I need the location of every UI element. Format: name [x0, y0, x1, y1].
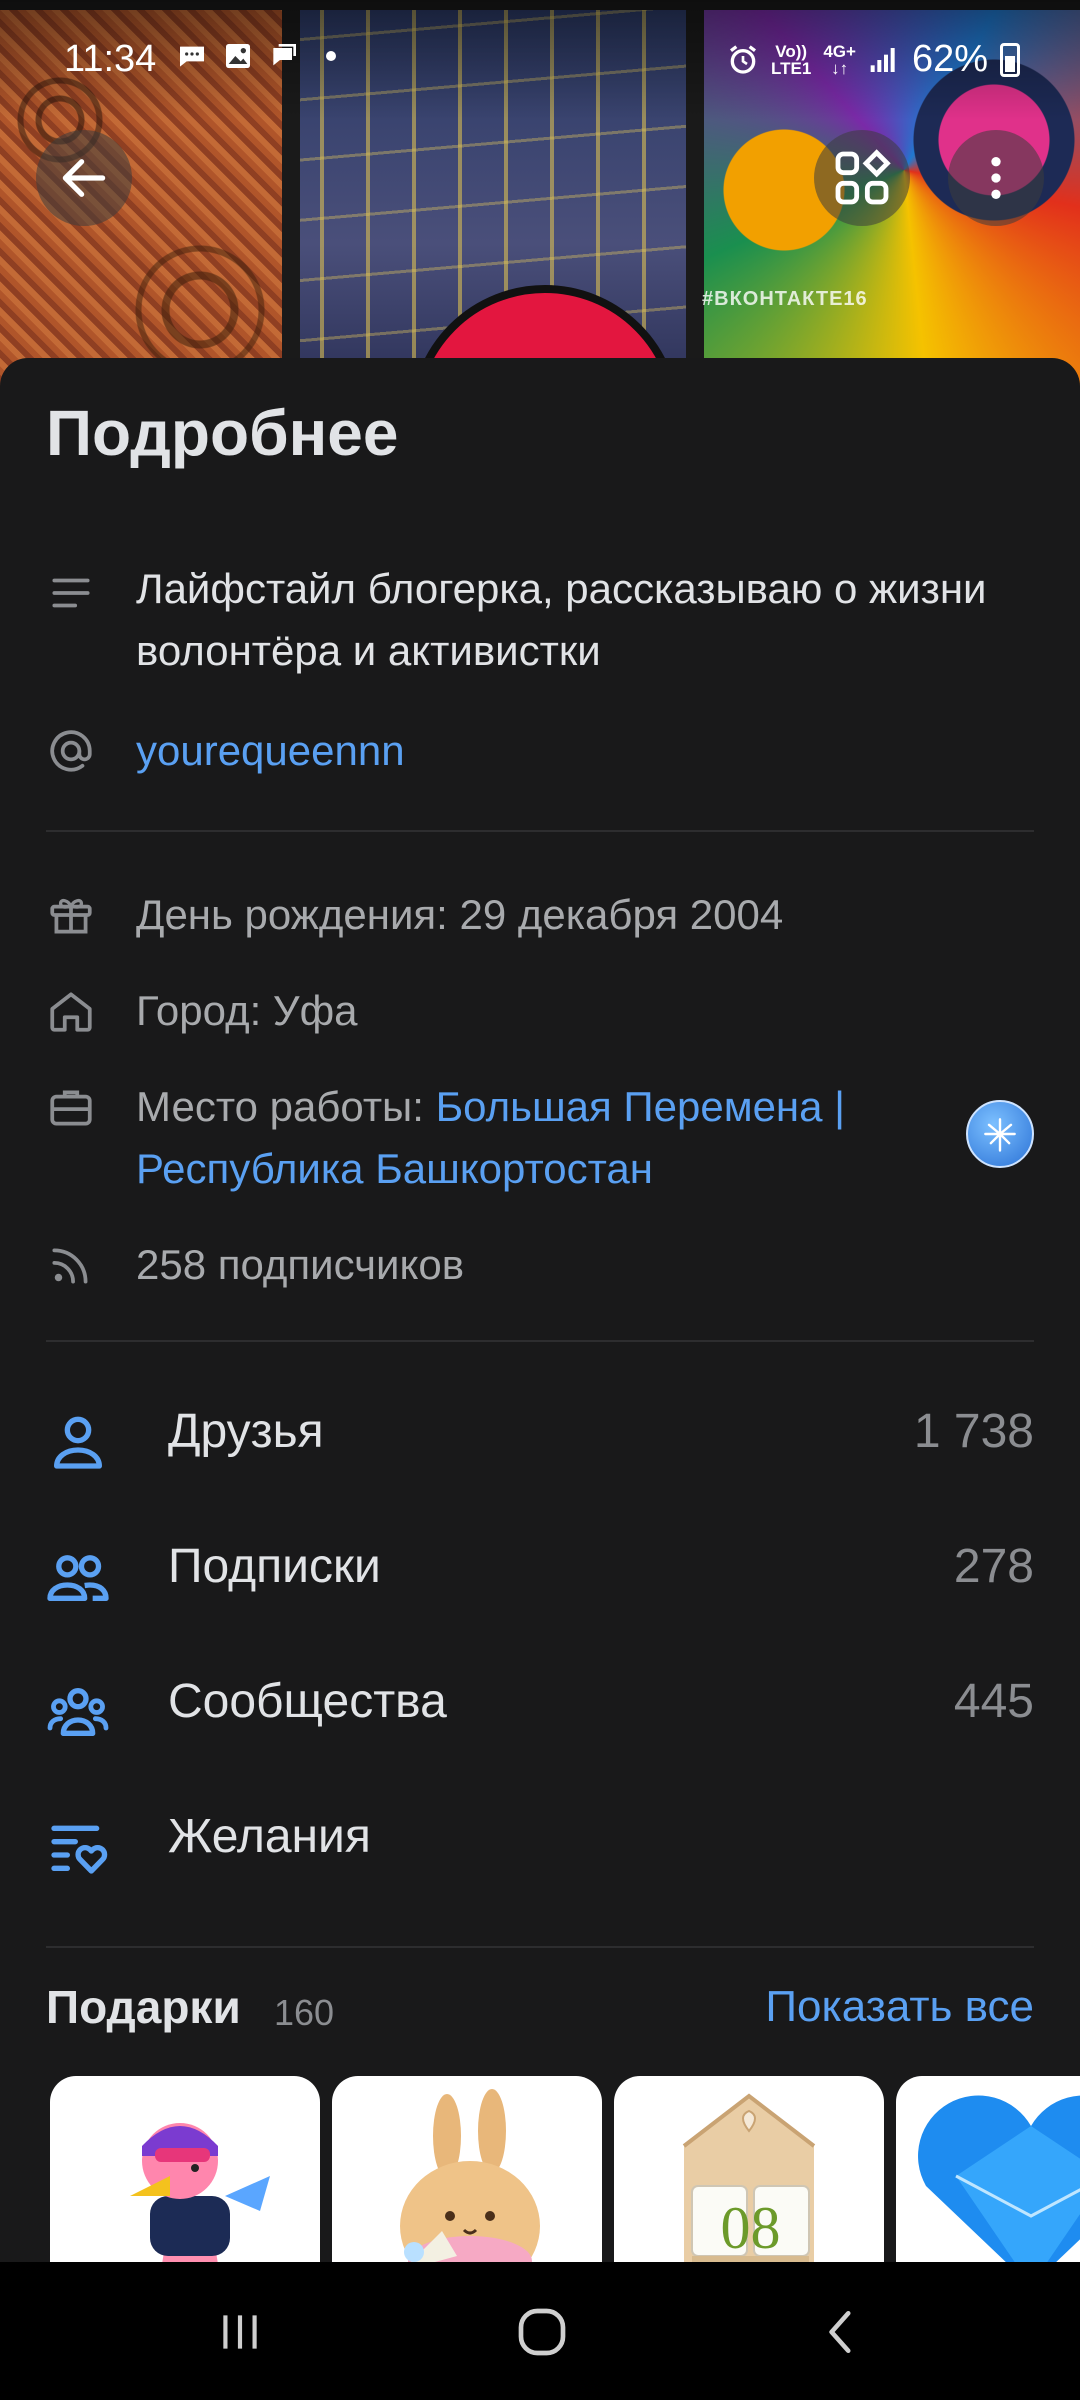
volte-indicator: Vo)) LTE1	[771, 43, 811, 77]
friends-count: 1 738	[913, 1405, 1034, 1458]
wishlist-icon	[51, 1825, 108, 1874]
about-text: Лайфстайл блогерка, рассказываю о жизни …	[136, 565, 987, 674]
subscriptions-count: 278	[953, 1540, 1034, 1593]
arrow-left-icon	[62, 159, 106, 197]
system-icons: Vo)) LTE1 4G+ ↓↑ 62%	[727, 38, 1020, 81]
more-vertical-icon	[991, 157, 1001, 199]
status-time: 11:34	[64, 38, 157, 80]
crystal-heart-icon	[918, 2095, 1080, 2262]
battery-icon	[1000, 42, 1020, 77]
network-type-label: 4G+	[823, 41, 856, 61]
battery-percent: 62%	[911, 38, 988, 80]
communities-label: Сообщества	[168, 1675, 447, 1728]
friends-label: Друзья	[168, 1405, 324, 1458]
sheet-title: Подробнее	[46, 397, 399, 469]
system-navigation-bar	[0, 2262, 1080, 2400]
gifts-title: Подарки	[46, 1981, 241, 2033]
divider	[46, 830, 1034, 832]
show-all-gifts-link[interactable]: Показать все	[765, 1982, 1034, 2032]
signal-icon	[870, 47, 895, 72]
friends-row[interactable]: Друзья 1 738	[0, 1380, 1080, 1500]
text-lines-icon	[52, 578, 90, 608]
gift-card-bunny[interactable]	[332, 2076, 602, 2262]
home-circle-icon	[518, 2308, 566, 2356]
username-link[interactable]: yourequeennn	[136, 720, 970, 782]
gift-card-calendar[interactable]: 08	[614, 2076, 884, 2262]
gift-icon	[50, 898, 92, 934]
birthday-text: День рождения: 29 декабря 2004	[136, 891, 784, 938]
notification-icons	[176, 40, 336, 72]
gift-card-heart[interactable]	[896, 2076, 1080, 2262]
community-icon	[47, 1688, 109, 1736]
work-label: Место работы:	[136, 1083, 436, 1130]
status-bar: 11:34 Vo)) LTE1 4G+ ↓↑ 62%	[0, 0, 1080, 120]
gallery-icon	[226, 44, 250, 68]
chat-icon	[273, 44, 296, 66]
network-type-indicator: 4G+ ↓↑	[823, 43, 856, 77]
divider	[46, 1946, 1034, 1948]
work-community-avatar[interactable]	[966, 1100, 1034, 1168]
volte-top-label: Vo))	[775, 41, 808, 61]
work-text: Место работы: Большая Перемена | Республ…	[136, 1076, 970, 1200]
calendar-digits: 08	[720, 2195, 781, 2261]
rss-icon	[52, 1248, 88, 1284]
system-back-button[interactable]	[812, 2302, 872, 2362]
gift-card-bird[interactable]	[50, 2076, 320, 2262]
details-sheet: Подробнее Лайфстайл блогерка, рассказыва…	[0, 358, 1080, 2262]
subscriptions-label: Подписки	[168, 1540, 381, 1593]
home-button[interactable]	[512, 2302, 572, 2362]
alarm-icon	[730, 44, 757, 74]
gifts-count: 160	[274, 1992, 335, 2033]
dandelion-icon	[984, 1118, 1016, 1152]
at-sign-icon	[50, 730, 92, 772]
wishlist-label: Желания	[168, 1810, 371, 1863]
more-options-button[interactable]	[948, 130, 1044, 226]
apps-grid-icon	[835, 149, 891, 205]
people-icon	[47, 1555, 109, 1601]
person-icon	[54, 1416, 102, 1469]
message-bubble-icon	[180, 46, 204, 67]
more-notifications-dot	[326, 51, 336, 61]
bunny-sticker-icon	[400, 2089, 540, 2262]
followers-text: 258 подписчиков	[136, 1241, 465, 1288]
cover-hashtag: #ВКОНТАКТЕ16	[702, 288, 868, 310]
subscriptions-row[interactable]: Подписки 278	[0, 1515, 1080, 1635]
communities-count: 445	[953, 1675, 1034, 1728]
city-text: Город: Уфа	[136, 987, 358, 1034]
chevron-left-icon	[829, 2310, 851, 2354]
bird-sticker-icon	[130, 2123, 270, 2262]
wishlist-row[interactable]: Желания	[0, 1785, 1080, 1905]
volte-bottom-label: LTE1	[771, 58, 812, 78]
back-button[interactable]	[36, 130, 132, 226]
data-arrows-icon: ↓↑	[831, 58, 849, 78]
services-button[interactable]	[814, 130, 910, 226]
recent-apps-icon	[223, 2315, 257, 2349]
briefcase-icon	[50, 1090, 92, 1126]
communities-row[interactable]: Сообщества 445	[0, 1650, 1080, 1770]
divider	[46, 1340, 1034, 1342]
home-icon	[50, 992, 92, 1032]
recent-apps-button[interactable]	[210, 2302, 270, 2362]
